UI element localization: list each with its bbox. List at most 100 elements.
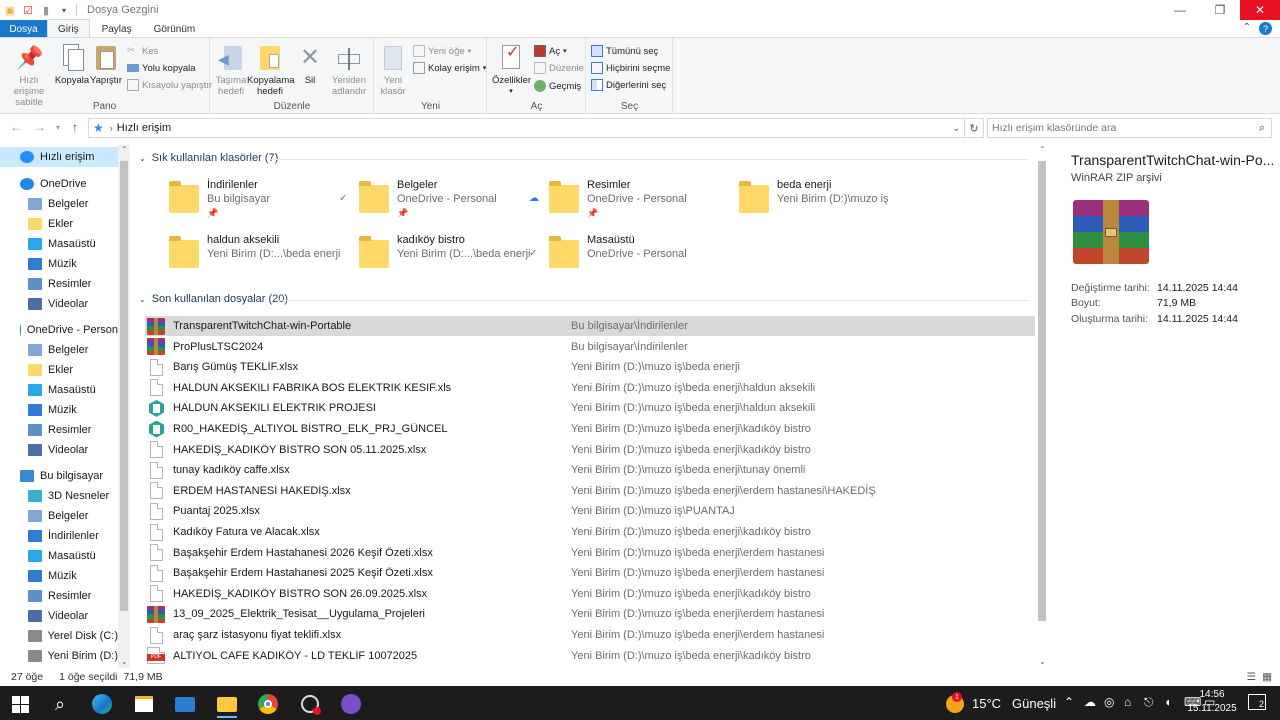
copy-button[interactable]: Kopyala: [54, 42, 90, 86]
onedrive-tray-icon[interactable]: ☁: [1084, 695, 1096, 709]
tab-home[interactable]: Giriş: [47, 19, 90, 38]
recent-file-row[interactable]: R00_HAKEDİŞ_ALTIYOL BİSTRO_ELK_PRJ_GÜNCE…: [145, 419, 1035, 439]
properties-button[interactable]: ✓ Özellikler ▾: [492, 42, 531, 97]
minimize-button[interactable]: —: [1160, 0, 1200, 20]
recent-file-row[interactable]: Başakşehir Erdem Hastahanesi 2026 Keşif …: [145, 543, 1035, 563]
recent-file-row[interactable]: TransparentTwitchChat-win-Portable Bu bil…: [145, 316, 1035, 336]
store-icon[interactable]: [124, 690, 164, 718]
nav-item-cloud[interactable]: OneDrive: [0, 174, 118, 194]
frequent-folder-tile[interactable]: beda enerji Yeni Birim (D:)\muzo iş: [739, 177, 929, 223]
recent-file-row[interactable]: HALDUN AKSEKILI FABRIKA BOS ELEKTRIK KES…: [145, 378, 1035, 398]
new-folder-button[interactable]: Yeni klasör: [377, 42, 409, 97]
mail-icon[interactable]: [165, 690, 205, 718]
copy-to-button[interactable]: Kopyalama hedefi: [247, 42, 295, 97]
up-arrow-icon[interactable]: ↑: [72, 120, 78, 134]
collapse-ribbon-icon[interactable]: ⌃: [1243, 22, 1251, 35]
new-folder-quick-icon[interactable]: ▮: [38, 3, 54, 17]
select-none-button[interactable]: Hiçbirini seçme: [591, 60, 670, 76]
nav-item-music[interactable]: Müzik: [0, 254, 118, 274]
usb-icon[interactable]: ⎋: [1144, 695, 1154, 710]
recent-file-row[interactable]: HAKEDİŞ_KADIKÖY BİSTRO SON 05.11.2025.xl…: [145, 440, 1035, 460]
weather-temperature[interactable]: 15°C: [972, 696, 1001, 711]
delete-button[interactable]: ✕ Sil: [295, 42, 325, 86]
network-icon[interactable]: ⌂: [1124, 695, 1131, 709]
nav-item-desktop[interactable]: Masaüstü: [0, 380, 118, 400]
pin-quick-access-button[interactable]: 📌 Hızlı erişime sabitle: [4, 42, 54, 108]
nav-item-drive[interactable]: Yeni Birim (D:): [0, 646, 118, 666]
nav-scroll-thumb[interactable]: [120, 161, 128, 611]
move-to-button[interactable]: ◀ Taşıma hedefi: [213, 42, 249, 97]
tab-share[interactable]: Paylaş: [90, 20, 144, 38]
maximize-button[interactable]: ❐: [1200, 0, 1240, 20]
invert-selection-button[interactable]: Diğerlerini seç: [591, 77, 666, 93]
paste-button[interactable]: Yapıştır: [89, 42, 123, 86]
cut-button[interactable]: ✂ Kes: [127, 43, 158, 59]
customize-toolbar-icon[interactable]: ▾: [56, 3, 72, 17]
frequent-collapse-icon[interactable]: ⌄: [139, 154, 146, 163]
recent-file-row[interactable]: PDF ALTIYOL CAFE KADIKÖY - LD TEKLİF 1007…: [145, 646, 1035, 666]
nav-item-drive[interactable]: Yerel Disk (C:): [0, 626, 118, 646]
nav-item-desktop[interactable]: Masaüstü: [0, 234, 118, 254]
nav-item-folder[interactable]: Ekler: [0, 360, 118, 380]
rename-button[interactable]: Yeniden adlandır: [327, 42, 371, 97]
content-scroll-up-icon[interactable]: ⌃: [1039, 145, 1046, 154]
help-icon[interactable]: ?: [1259, 22, 1272, 35]
frequent-folders-header[interactable]: ⌄ Sık kullanılan klasörler (7): [139, 152, 278, 164]
paste-shortcut-button[interactable]: Kısayolu yapıştır: [127, 77, 212, 93]
nav-scroll-up-icon[interactable]: ⌃: [121, 145, 128, 154]
nav-item-pictures[interactable]: Resimler: [0, 420, 118, 440]
recent-locations-icon[interactable]: ▾: [56, 123, 60, 132]
recent-file-row[interactable]: Başakşehir Erdem Hastahanesi 2025 Keşif …: [145, 563, 1035, 583]
recent-file-row[interactable]: araç şarz istasyonu fiyat teklifi.xlsx Ye…: [145, 625, 1035, 645]
refresh-button[interactable]: ↻: [964, 118, 984, 138]
nav-item-documents[interactable]: Belgeler: [0, 506, 118, 526]
details-view-icon[interactable]: ☰: [1247, 671, 1256, 683]
volume-icon[interactable]: ◖: [1164, 695, 1171, 709]
recent-file-row[interactable]: ProPlusLTSC2024 Bu bilgisayar\İndirilenle…: [145, 337, 1035, 357]
frequent-folder-tile[interactable]: haldun aksekili Yeni Birim (D:...\beda en…: [169, 232, 359, 278]
nav-item-videos[interactable]: Videolar: [0, 294, 118, 314]
recent-file-row[interactable]: Barış Gümüş TEKLİF.xlsx Yeni Birim (D:)\m…: [145, 357, 1035, 377]
search-input[interactable]: Hızlı erişim klasöründe ara ⌕: [987, 118, 1272, 138]
chat-app-icon[interactable]: [331, 690, 371, 718]
tab-file[interactable]: Dosya: [0, 20, 47, 38]
nav-item-videos[interactable]: Videolar: [0, 606, 118, 626]
weather-condition[interactable]: Güneşli: [1012, 696, 1056, 711]
chrome-icon[interactable]: [248, 690, 288, 718]
nav-item-computer[interactable]: Bu bilgisayar: [0, 466, 118, 486]
content-scroll-down-icon[interactable]: ⌄: [1039, 657, 1046, 666]
nav-item-music[interactable]: Müzik: [0, 566, 118, 586]
frequent-folder-tile[interactable]: Resimler OneDrive - Personal 📌 ☁: [529, 177, 739, 223]
frequent-folder-tile[interactable]: İndirilenler Bu bilgisayar 📌: [169, 177, 359, 223]
recent-collapse-icon[interactable]: ⌄: [139, 295, 146, 304]
breadcrumb-quick-access[interactable]: Hızlı erişim: [117, 122, 171, 134]
copy-path-button[interactable]: Yolu kopyala: [127, 60, 196, 76]
recent-file-row[interactable]: 13_09_2025_Elektrik_Tesisat__Uygulama_Pr…: [145, 604, 1035, 624]
recent-file-row[interactable]: tunay kadıköy caffe.xlsx Yeni Birim (D:)\…: [145, 460, 1035, 480]
nav-item-star[interactable]: Hızlı erişim: [0, 147, 118, 167]
recent-file-row[interactable]: ERDEM HASTANESİ HAKEDİŞ.xlsx Yeni Birim (…: [145, 481, 1035, 501]
nav-item-pictures[interactable]: Resimler: [0, 586, 118, 606]
recent-files-header[interactable]: ⌄ Son kullanılan dosyalar (20): [139, 293, 288, 305]
recent-file-row[interactable]: HAKEDİŞ_KADIKÖY BİSTRO SON 26.09.2025.xl…: [145, 584, 1035, 604]
nav-item-music[interactable]: Müzik: [0, 400, 118, 420]
nav-scroll-down-icon[interactable]: ⌄: [121, 657, 128, 666]
notification-center-icon[interactable]: 2: [1248, 694, 1266, 710]
nav-item-documents[interactable]: Belgeler: [0, 340, 118, 360]
address-bar[interactable]: ★ › Hızlı erişim ⌄: [88, 118, 965, 138]
search-taskbar-icon[interactable]: ⌕: [40, 690, 80, 718]
back-arrow-icon[interactable]: ←: [10, 120, 22, 134]
windows-start-icon[interactable]: [0, 690, 40, 718]
recent-file-row[interactable]: HALDUN AKSEKILI ELEKTRIK PROJESI Yeni Bir…: [145, 398, 1035, 418]
easy-access-button[interactable]: Kolay erişim ▾: [413, 60, 486, 76]
close-button[interactable]: ✕: [1240, 0, 1280, 20]
forward-arrow-icon[interactable]: →: [34, 120, 46, 134]
recent-file-row[interactable]: Kadıköy Fatura ve Alacak.xlsx Yeni Birim …: [145, 522, 1035, 542]
frequent-folder-tile[interactable]: Belgeler OneDrive - Personal 📌 ✓: [339, 177, 549, 223]
nav-item-cloud[interactable]: OneDrive - Person: [0, 320, 118, 340]
clock[interactable]: 14:56 15.11.2025: [1182, 688, 1242, 716]
tab-view[interactable]: Görünüm: [144, 20, 206, 38]
nav-item-downloads[interactable]: İndirilenler: [0, 526, 118, 546]
frequent-folder-tile[interactable]: Masaüstü OneDrive - Personal ✓: [529, 232, 739, 278]
nav-item-pictures[interactable]: Resimler: [0, 274, 118, 294]
